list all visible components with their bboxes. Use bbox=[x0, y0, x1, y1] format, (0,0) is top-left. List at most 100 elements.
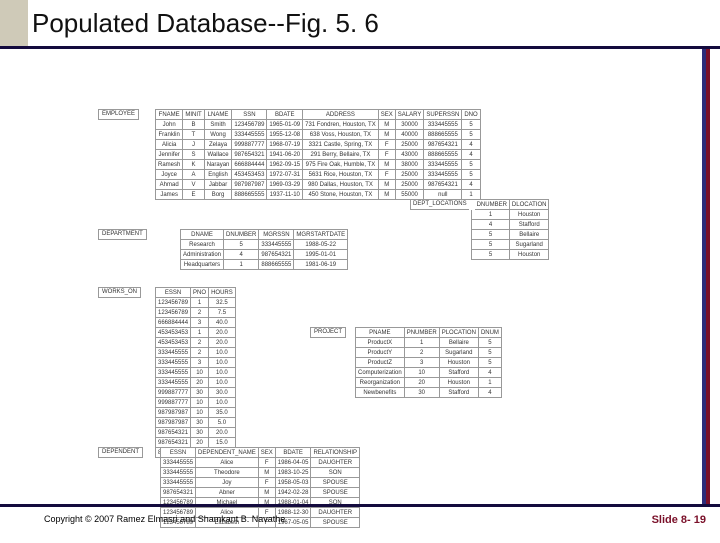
cell: 4 bbox=[478, 368, 501, 378]
cell: Joy bbox=[196, 478, 259, 488]
cell: SON bbox=[311, 468, 360, 478]
column-header: MGRSSN bbox=[259, 230, 294, 240]
table-row: AhmadVJabbar9879879871969-03-29980 Dalla… bbox=[156, 180, 481, 190]
column-header: HOURS bbox=[209, 288, 236, 298]
cell: Stafford bbox=[509, 220, 549, 230]
table-row: 333445555210.0 bbox=[156, 348, 236, 358]
column-header: PLOCATION bbox=[439, 328, 478, 338]
cell: 333445555 bbox=[424, 160, 462, 170]
cell: 5.0 bbox=[209, 418, 236, 428]
cell: E bbox=[183, 190, 204, 200]
cell: 638 Voss, Houston, TX bbox=[303, 130, 379, 140]
cell: 1 bbox=[478, 378, 501, 388]
column-header: PNO bbox=[191, 288, 209, 298]
cell: Houston bbox=[509, 250, 549, 260]
table-row: 666884444340.0 bbox=[156, 318, 236, 328]
column-header: MGRSTARTDATE bbox=[294, 230, 348, 240]
cell: A bbox=[183, 170, 204, 180]
cell: 888665555 bbox=[424, 150, 462, 160]
cell: 30.0 bbox=[209, 388, 236, 398]
table-row: 9876543213020.0 bbox=[156, 428, 236, 438]
cell: 1965-01-09 bbox=[267, 120, 303, 130]
cell: Borg bbox=[204, 190, 232, 200]
cell: 987987987 bbox=[156, 418, 191, 428]
cell: 987654321 bbox=[161, 488, 196, 498]
column-header: DNUMBER bbox=[472, 200, 510, 210]
cell: Theodore bbox=[196, 468, 259, 478]
column-header: DNUM bbox=[478, 328, 501, 338]
cell: 3 bbox=[404, 358, 439, 368]
cell: 32.5 bbox=[209, 298, 236, 308]
cell: 980 Dallas, Houston, TX bbox=[303, 180, 379, 190]
cell: 40000 bbox=[395, 130, 424, 140]
table-row: 453453453220.0 bbox=[156, 338, 236, 348]
table-row: FranklinTWong3334455551955-12-08638 Voss… bbox=[156, 130, 481, 140]
cell: Wong bbox=[204, 130, 232, 140]
cell: SPOUSE bbox=[311, 478, 360, 488]
cell: Headquarters bbox=[181, 260, 224, 270]
cell: 5 bbox=[462, 160, 480, 170]
works-on-label: WORKS_ON bbox=[98, 287, 141, 298]
cell: 38000 bbox=[395, 160, 424, 170]
cell: 333445555 bbox=[161, 458, 196, 468]
column-header: RELATIONSHIP bbox=[311, 448, 360, 458]
content-area: EMPLOYEE FNAMEMINITLNAMESSNBDATEADDRESSS… bbox=[0, 49, 720, 504]
cell: Sugarland bbox=[509, 240, 549, 250]
cell: SPOUSE bbox=[311, 488, 360, 498]
cell: 10.0 bbox=[209, 368, 236, 378]
cell: M bbox=[258, 468, 275, 478]
cell: 1988-05-22 bbox=[294, 240, 348, 250]
cell: 453453453 bbox=[156, 328, 191, 338]
table-row: 5Houston bbox=[411, 250, 549, 260]
table-row: JamesEBorg8886655551937-11-10450 Stone, … bbox=[156, 190, 481, 200]
cell: 1 bbox=[404, 338, 439, 348]
column-header: LNAME bbox=[204, 110, 232, 120]
cell: 20 bbox=[404, 378, 439, 388]
cell: 4 bbox=[462, 180, 480, 190]
cell: 30 bbox=[191, 388, 209, 398]
cell: 987654321 bbox=[156, 438, 191, 448]
table-row: ProductY2Sugarland5 bbox=[356, 348, 502, 358]
cell: 987654321 bbox=[424, 140, 462, 150]
table-row: 12345678927.5 bbox=[156, 308, 236, 318]
cell: 5 bbox=[462, 120, 480, 130]
cell: James bbox=[156, 190, 183, 200]
cell: 1941-06-20 bbox=[267, 150, 303, 160]
slide-number: Slide 8- 19 bbox=[652, 514, 706, 526]
table-row: Reorganization20Houston1 bbox=[356, 378, 502, 388]
cell: Houston bbox=[509, 210, 549, 220]
cell: 4 bbox=[478, 388, 501, 398]
column-header: SALARY bbox=[395, 110, 424, 120]
cell: S bbox=[183, 150, 204, 160]
cell: Sugarland bbox=[439, 348, 478, 358]
cell: 1968-07-19 bbox=[267, 140, 303, 150]
cell: 987987987 bbox=[232, 180, 267, 190]
cell: M bbox=[258, 488, 275, 498]
slide-title: Populated Database--Fig. 5. 6 bbox=[32, 8, 379, 39]
cell: Franklin bbox=[156, 130, 183, 140]
column-header: PNAME bbox=[356, 328, 405, 338]
cell: 450 Stone, Houston, TX bbox=[303, 190, 379, 200]
cell: DAUGHTER bbox=[311, 458, 360, 468]
cell: 666884444 bbox=[156, 318, 191, 328]
column-header: ADDRESS bbox=[303, 110, 379, 120]
cell: 987654321 bbox=[232, 150, 267, 160]
cell: 5 bbox=[472, 250, 510, 260]
cell: 987654321 bbox=[424, 180, 462, 190]
cell: 731 Fondren, Houston, TX bbox=[303, 120, 379, 130]
table-row: 5Bellaire bbox=[411, 230, 549, 240]
employee-label: EMPLOYEE bbox=[98, 109, 139, 120]
cell: 5 bbox=[478, 348, 501, 358]
dept-locations-table: DEPT_LOCATIONSDNUMBERDLOCATION1Houston4S… bbox=[410, 199, 549, 260]
cell: 1962-09-15 bbox=[267, 160, 303, 170]
cell: 1969-03-29 bbox=[267, 180, 303, 190]
cell: Jennifer bbox=[156, 150, 183, 160]
cell: 30 bbox=[191, 418, 209, 428]
column-header: DNAME bbox=[181, 230, 224, 240]
cell: 10.0 bbox=[209, 398, 236, 408]
cell: 3321 Castle, Spring, TX bbox=[303, 140, 379, 150]
cell: 20.0 bbox=[209, 338, 236, 348]
cell: Zelaya bbox=[204, 140, 232, 150]
cell: 333445555 bbox=[424, 120, 462, 130]
cell: 1937-11-10 bbox=[267, 190, 303, 200]
